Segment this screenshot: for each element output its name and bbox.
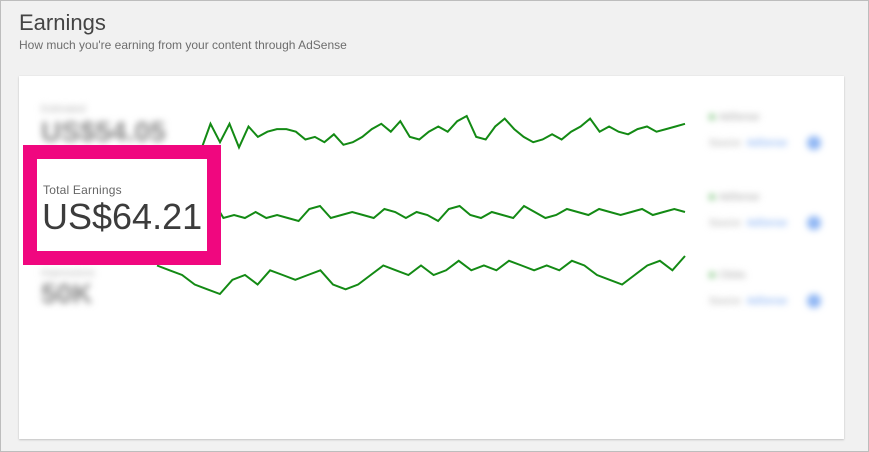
- page-subtitle: How much you're earning from your conten…: [19, 38, 347, 52]
- sparkline-row-3: [156, 255, 686, 296]
- total-earnings-value: US$64.21: [42, 196, 203, 237]
- page-title: Earnings: [19, 10, 106, 35]
- sparkline-row-1: [200, 114, 686, 151]
- sparkline-row-2: [158, 197, 686, 233]
- total-earnings-label: Total Earnings: [43, 183, 122, 197]
